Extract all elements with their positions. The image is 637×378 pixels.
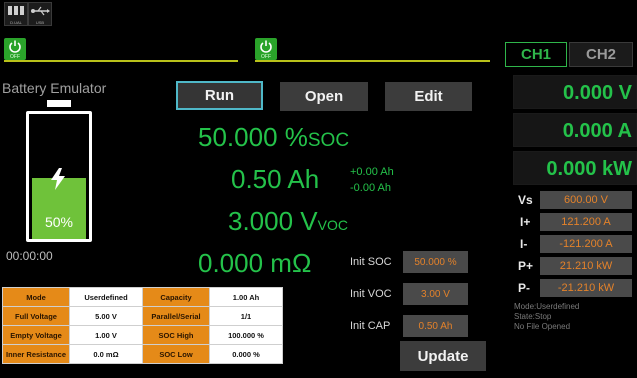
elapsed-time: 00:00:00	[6, 249, 53, 263]
param-value: 0.000 %	[209, 344, 283, 364]
param-label: SOC High	[142, 325, 210, 345]
pminus-value: -21.210 kW	[540, 279, 632, 297]
edit-button[interactable]: Edit	[385, 82, 472, 111]
iminus-value: -121.200 A	[540, 235, 632, 253]
pplus-label: P+	[518, 259, 534, 273]
soc-readout: 50.000 %SOC	[198, 122, 349, 153]
param-label: SOC Low	[142, 344, 210, 364]
param-value: Userdefined	[69, 287, 143, 307]
init-cap-label: Init CAP	[350, 320, 391, 332]
resistance-value: 0.000 mΩ	[198, 248, 312, 278]
ch2-power-button[interactable]: OFF	[255, 38, 277, 60]
ah-plus: +0.00 Ah	[350, 166, 394, 178]
current-readout: 0.000 A	[513, 113, 637, 147]
ch1-divider	[4, 60, 238, 62]
table-row: Full Voltage 5.00 V Parallel/Serial 1/1	[2, 306, 283, 326]
status-state: State:Stop	[514, 312, 552, 321]
power-icon	[9, 40, 21, 53]
vs-label: Vs	[518, 193, 533, 207]
voc-unit: VOC	[317, 217, 348, 233]
param-label: Capacity	[142, 287, 210, 307]
ah-minus: -0.00 Ah	[350, 182, 391, 194]
table-row: Mode Userdefined Capacity 1.00 Ah	[2, 287, 283, 307]
ch1-power-button[interactable]: OFF	[4, 38, 26, 60]
param-value: 0.0 mΩ	[69, 344, 143, 364]
dual-channel-label: D.UAL	[10, 20, 22, 25]
usb-label: USB	[35, 20, 45, 25]
power-icon	[260, 40, 272, 53]
run-button[interactable]: Run	[176, 81, 263, 110]
ah-value: 0.50 Ah	[231, 164, 320, 194]
tab-ch1[interactable]: CH1	[505, 42, 567, 67]
soc-value: 50.000 %	[198, 122, 308, 152]
init-cap-field[interactable]: 0.50 Ah	[403, 315, 468, 337]
table-row: Inner Resistance 0.0 mΩ SOC Low 0.000 %	[2, 344, 283, 364]
pplus-value: 21.210 kW	[540, 257, 632, 275]
usb-icon[interactable]: USB	[28, 2, 52, 26]
status-file: No File Opened	[514, 322, 571, 331]
param-label: Empty Voltage	[2, 325, 70, 345]
ch2-divider	[255, 60, 490, 62]
init-soc-field[interactable]: 50.000 %	[403, 251, 468, 273]
init-soc-label: Init SOC	[350, 256, 392, 268]
iminus-label: I-	[520, 237, 528, 251]
init-voc-field[interactable]: 3.00 V	[403, 283, 468, 305]
param-value: 100.000 %	[209, 325, 283, 345]
param-value: 5.00 V	[69, 306, 143, 326]
status-mode: Mode:Userdefined	[514, 302, 580, 311]
vs-value: 600.00 V	[540, 191, 632, 209]
dual-channel-icon[interactable]: D.UAL	[4, 2, 28, 26]
voltage-readout: 0.000 V	[513, 75, 637, 109]
battery-percent: 50%	[44, 214, 74, 230]
power-readout: 0.000 kW	[513, 151, 637, 185]
param-value: 1.00 Ah	[209, 287, 283, 307]
app-title: Battery Emulator	[2, 80, 107, 96]
param-label: Parallel/Serial	[142, 306, 210, 326]
pminus-label: P-	[518, 281, 530, 295]
soc-unit: SOC	[307, 130, 350, 151]
table-row: Empty Voltage 1.00 V SOC High 100.000 %	[2, 325, 283, 345]
parameter-table: Mode Userdefined Capacity 1.00 Ah Full V…	[2, 287, 283, 364]
init-voc-label: Init VOC	[350, 288, 392, 300]
param-label: Full Voltage	[2, 306, 70, 326]
param-label: Mode	[2, 287, 70, 307]
open-button[interactable]: Open	[280, 82, 368, 111]
param-value: 1.00 V	[69, 325, 143, 345]
battery-terminal	[47, 100, 71, 107]
param-label: Inner Resistance	[2, 344, 70, 364]
voc-value: 3.000 V	[228, 206, 318, 236]
lightning-icon	[51, 168, 65, 190]
voc-readout: 3.000 VVOC	[228, 206, 348, 237]
update-button[interactable]: Update	[400, 341, 486, 371]
iplus-label: I+	[520, 215, 531, 229]
param-value: 1/1	[209, 306, 283, 326]
iplus-value: 121.200 A	[540, 213, 632, 231]
tab-ch2[interactable]: CH2	[569, 42, 633, 67]
